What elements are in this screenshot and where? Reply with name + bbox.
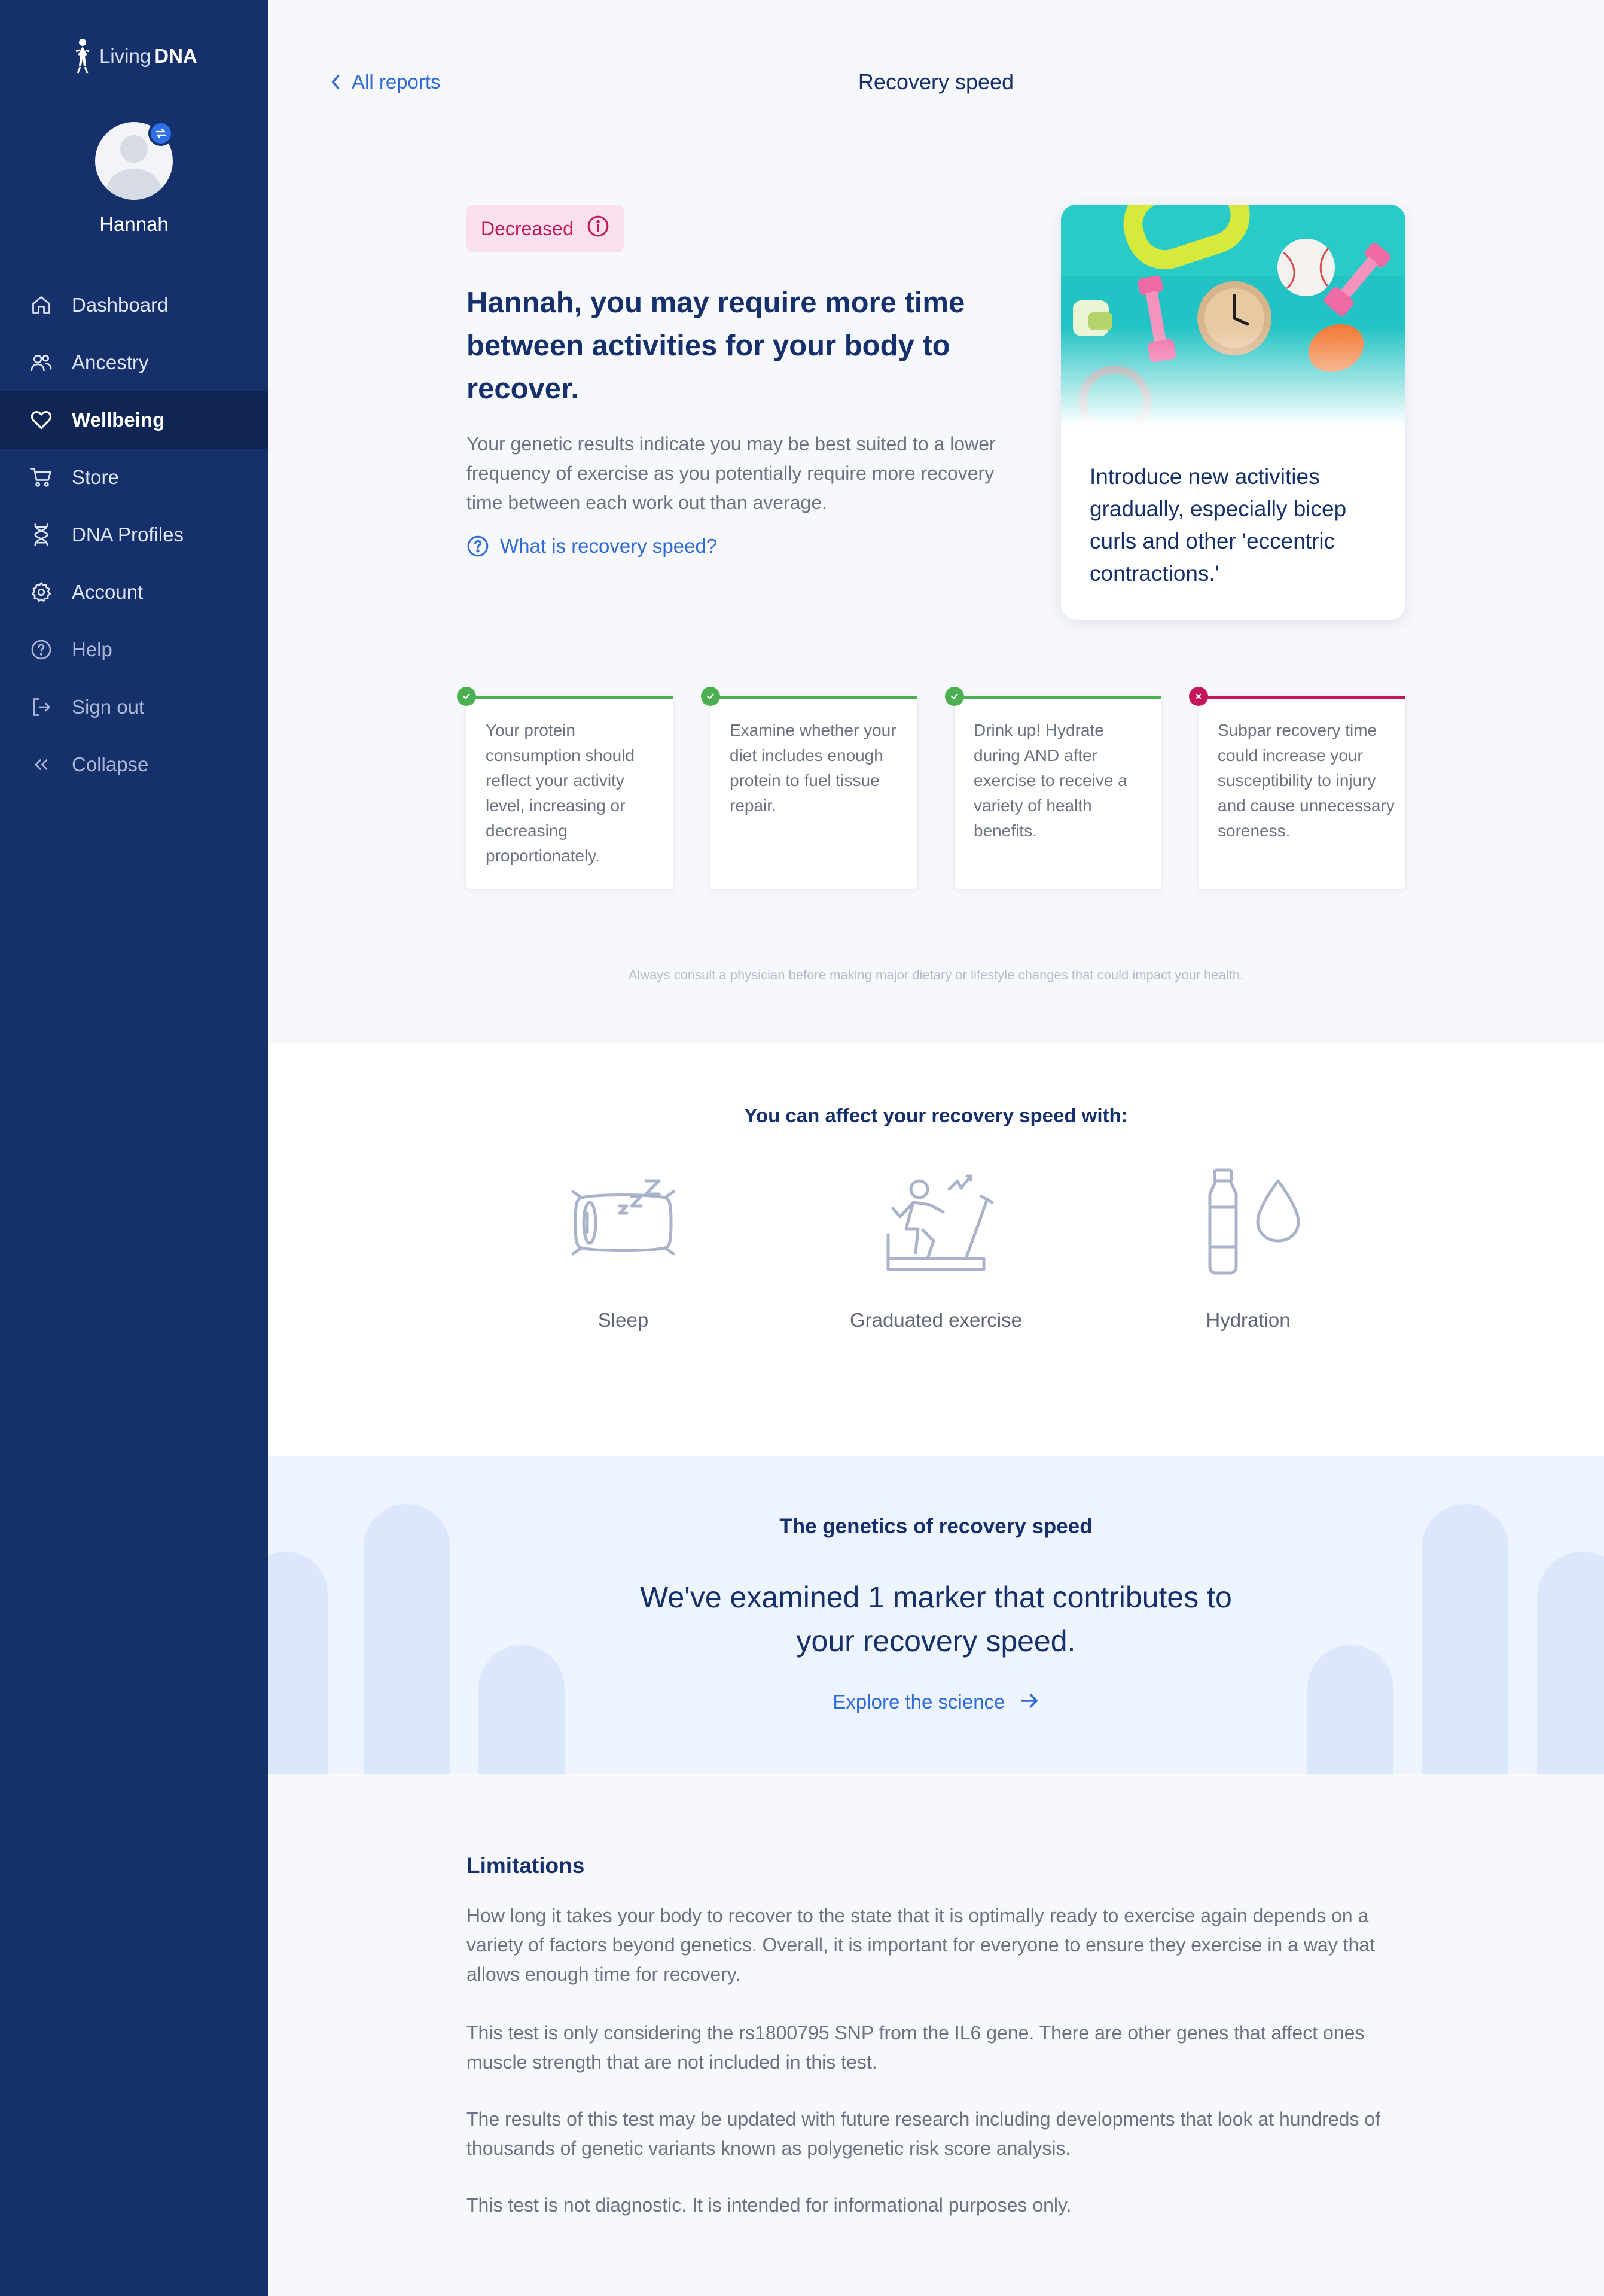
cart-icon (29, 465, 54, 490)
info-icon[interactable] (587, 215, 609, 242)
logo-word-dna: DNA (154, 45, 197, 67)
collapse-icon (29, 752, 54, 777)
sidebar-item-ancestry[interactable]: Ancestry (0, 334, 268, 391)
exercise-icon (886, 1174, 994, 1271)
avatar-head (120, 135, 148, 163)
fact-card: Examine whether your diet includes enoug… (701, 687, 917, 889)
dna-icon (29, 522, 54, 547)
sign-out-icon (29, 695, 54, 720)
living-dna-logo[interactable]: Living DNA (71, 37, 197, 75)
limitations-title: Limitations (466, 1853, 585, 1878)
cross-icon (1189, 687, 1208, 706)
sidebar-item-dna-profiles[interactable]: DNA Profiles (0, 506, 268, 564)
fact-status-bar (466, 696, 673, 699)
sidebar-item-help[interactable]: Help (0, 621, 268, 678)
sidebar-item-account[interactable]: Account (0, 564, 268, 621)
fact-status-bar (710, 696, 917, 699)
sidebar-item-wellbeing[interactable]: Wellbeing (0, 391, 268, 449)
tip-card: Introduce new activities gradually, espe… (1061, 205, 1405, 620)
user-name: Hannah (99, 213, 169, 235)
people-icon (29, 350, 54, 375)
sidebar-item-label: Ancestry (72, 351, 149, 373)
tip-text: Introduce new activities gradually, espe… (1090, 464, 1347, 586)
decor-pill (1537, 1552, 1604, 1774)
factor-label: Sleep (597, 1309, 649, 1331)
sidebar-item-store[interactable]: Store (0, 449, 268, 506)
home-icon (29, 293, 54, 318)
affect-section: You can affect your recovery speed with:… (268, 1043, 1604, 1456)
fact-text: Drink up! Hydrate during AND after exerc… (974, 721, 1127, 840)
factor-hydration: Hydration (1129, 1163, 1368, 1332)
limitations-paragraph: How long it takes your body to recover t… (466, 1905, 1375, 1985)
sidebar-item-label: Store (72, 466, 119, 488)
status-badge: Decreased (466, 205, 624, 252)
check-icon (701, 687, 720, 706)
result-headline: Hannah, you may require more time betwee… (466, 287, 965, 405)
check-icon (457, 687, 476, 706)
fact-text: Examine whether your diet includes enoug… (730, 721, 896, 815)
explore-the-science-label: Explore the science (833, 1691, 1005, 1713)
explore-the-science-link[interactable]: Explore the science (268, 1691, 1604, 1715)
result-description: Your genetic results indicate you may be… (466, 433, 996, 513)
what-is-recovery-speed-label: What is recovery speed? (500, 535, 718, 557)
help-circle-icon (467, 535, 489, 557)
sidebar-item-label: Account (72, 581, 144, 603)
page-title: Recovery speed (858, 69, 1014, 94)
hydration-icon (1208, 1168, 1300, 1275)
what-is-recovery-speed-link[interactable]: What is recovery speed? (466, 535, 717, 558)
fact-status-bar (1199, 696, 1405, 699)
sidebar: Living DNA Hannah Dashboard Ancestry Wel… (0, 0, 268, 2296)
switch-profile-icon[interactable] (148, 121, 173, 146)
genetics-title: We've examined 1 marker that contributes… (640, 1581, 1232, 1658)
fact-status-bar (955, 696, 1161, 699)
sleep-icon (571, 1179, 675, 1256)
limitations-paragraph: This test is not diagnostic. It is inten… (466, 2194, 1072, 2216)
fact-text: Subpar recovery time could increase your… (1218, 721, 1395, 840)
limitations-paragraph: This test is only considering the rs1800… (466, 2022, 1365, 2073)
factor-label: Graduated exercise (850, 1309, 1022, 1331)
status-badge-label: Decreased (481, 217, 574, 239)
affect-title: You can affect your recovery speed with: (744, 1104, 1128, 1126)
limitations-paragraph: The results of this test may be updated … (466, 2108, 1380, 2159)
logo-figure-icon (75, 39, 90, 74)
factor-label: Hydration (1206, 1309, 1291, 1331)
decor-pill (364, 1504, 450, 1774)
fact-card: Subpar recovery time could increase your… (1189, 687, 1405, 889)
fact-text: Your protein consumption should reflect … (486, 721, 635, 865)
arrow-right-icon (1020, 1692, 1039, 1715)
decor-pill (1422, 1504, 1508, 1774)
sidebar-item-label: Sign out (72, 696, 145, 718)
fact-card: Your protein consumption should reflect … (457, 687, 673, 889)
fitness-equipment-image (1061, 205, 1405, 426)
sidebar-item-label: Wellbeing (72, 409, 165, 431)
sidebar-item-label: Help (72, 638, 112, 660)
gear-icon (29, 580, 54, 605)
logo-word-living: Living (99, 45, 151, 67)
genetics-section: The genetics of recovery speed We've exa… (268, 1456, 1604, 1774)
factor-graduated-exercise: Graduated exercise (816, 1163, 1056, 1332)
fact-card: Drink up! Hydrate during AND after exerc… (945, 687, 1161, 889)
sidebar-item-label: Collapse (72, 753, 149, 775)
sidebar-nav: Dashboard Ancestry Wellbeing Store DNA P… (0, 276, 268, 793)
genetics-kicker: The genetics of recovery speed (779, 1515, 1093, 1538)
sidebar-item-label: Dashboard (72, 294, 169, 316)
sidebar-item-label: DNA Profiles (72, 523, 184, 546)
factor-sleep: Sleep (504, 1163, 743, 1332)
sidebar-item-collapse[interactable]: Collapse (0, 736, 268, 793)
sidebar-item-sign-out[interactable]: Sign out (0, 678, 268, 736)
heart-icon (29, 407, 54, 433)
disclaimer: Always consult a physician before making… (628, 967, 1244, 982)
avatar-body (106, 169, 162, 200)
check-icon (945, 687, 964, 706)
sidebar-item-dashboard[interactable]: Dashboard (0, 276, 268, 334)
help-icon (29, 637, 54, 662)
decor-pill (268, 1552, 328, 1774)
